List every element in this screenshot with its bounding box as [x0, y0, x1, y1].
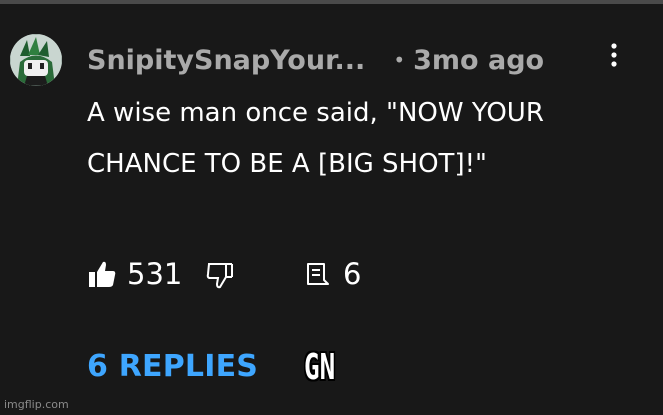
watermark: imgflip.com [4, 398, 69, 411]
like-count: 531 [127, 257, 183, 291]
avatar-image [10, 34, 62, 86]
timestamp[interactable]: 3mo ago [413, 45, 544, 76]
author-name[interactable]: SnipitySnapYour... [87, 45, 365, 76]
more-vertical-icon[interactable] [603, 41, 625, 71]
author-avatar[interactable] [10, 34, 62, 86]
separator-dot: • [393, 48, 406, 72]
comment-header: SnipitySnapYour... • 3mo ago [87, 40, 597, 80]
comment-icon[interactable] [305, 262, 333, 288]
reply-count: 6 [343, 257, 362, 291]
thumbs-up-icon[interactable] [87, 259, 117, 289]
view-replies-button[interactable]: 6 REPLIES [87, 347, 258, 387]
meme-caption: GN [304, 347, 336, 388]
thumbs-down-icon[interactable] [205, 260, 235, 290]
comment-body: A wise man once said, "NOW YOUR CHANCE T… [87, 98, 544, 179]
comment-actions: 531 6 [87, 252, 417, 296]
